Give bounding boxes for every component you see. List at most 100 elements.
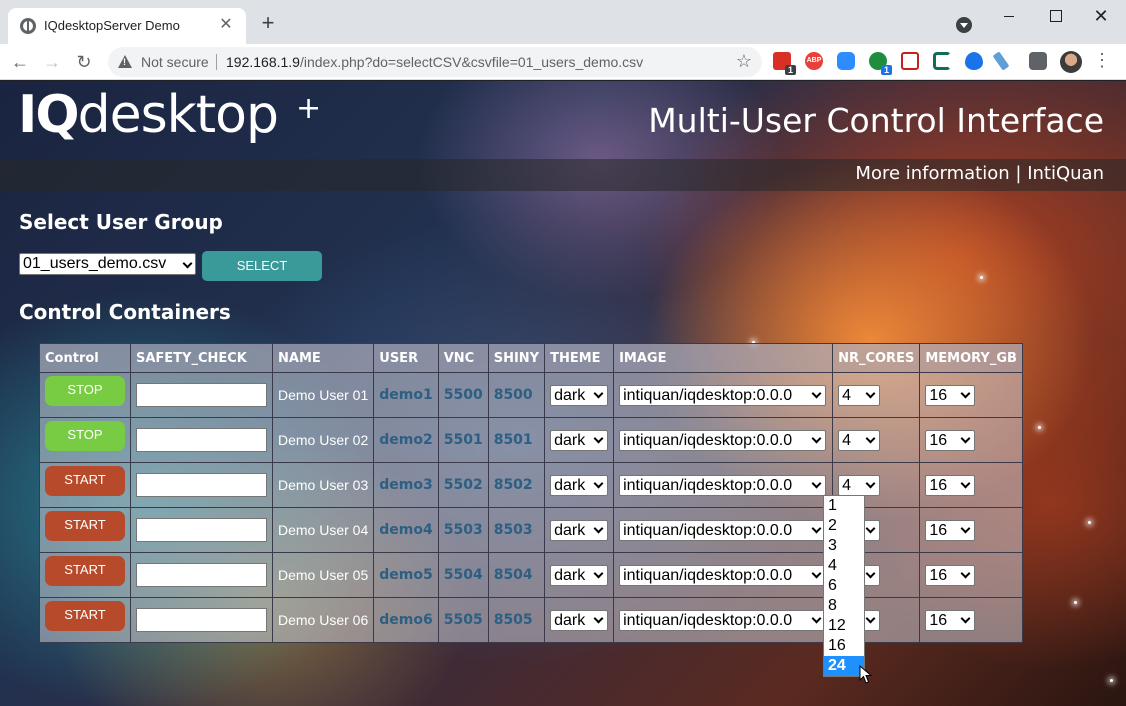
close-tab-icon[interactable]: ✕ [216,15,236,35]
browser-titlebar: IQdesktopServer Demo ✕ + ✕ [0,0,1126,44]
theme-select[interactable]: dark [550,384,609,406]
memory-select[interactable]: 16 [925,564,976,586]
address-bar[interactable]: Not secure 192.168.1.9/index.php?do=sele… [108,47,762,77]
start-button[interactable]: START [45,601,125,631]
memory-select[interactable]: 16 [925,519,976,541]
extension-badge: 1 [880,65,892,75]
pocket-icon[interactable] [901,52,919,70]
dropdown-option[interactable]: 4 [824,556,864,576]
theme-select[interactable]: dark [550,429,609,451]
memory-select[interactable]: 16 [925,474,976,496]
theme-value: dark [554,521,586,539]
dropdown-option[interactable]: 24 [824,656,864,676]
browser-toolbar: ← → ↻ Not secure 192.168.1.9/index.php?d… [0,44,1126,80]
bookmark-star-icon[interactable]: ☆ [736,51,752,72]
start-button[interactable]: START [45,556,125,586]
avatar[interactable] [1060,51,1082,73]
new-tab-icon[interactable]: + [256,12,280,36]
nr-cores-select[interactable]: 4 [838,474,881,496]
dropdown-option[interactable]: 3 [824,536,864,556]
memory-value: 16 [929,611,948,629]
safety-check-input[interactable] [136,608,267,632]
user-name: Demo User 01 [271,372,375,418]
forward-arrow-icon[interactable]: → [40,50,64,74]
control-table: Control SAFETY_CHECK NAME USER VNC SHINY… [39,343,1023,643]
memory-cell: 16 [919,552,1023,598]
logo-iq: IQ [18,85,80,145]
close-window-icon[interactable]: ✕ [1078,0,1124,32]
maximize-icon[interactable] [1032,0,1078,32]
extension-calendar-icon[interactable]: 1 [773,52,796,75]
nr-cores-select[interactable]: 4 [838,384,881,406]
puzzle-extensions-icon[interactable] [1029,52,1047,70]
minimize-icon[interactable] [986,0,1032,32]
chevron-down-icon [593,613,604,623]
link-separator: | [1015,163,1022,184]
stop-button[interactable]: STOP [45,376,125,406]
theme-select[interactable]: dark [550,474,609,496]
vnc-port: 5504 [437,552,489,598]
memory-select[interactable]: 16 [925,609,976,631]
safety-check-input[interactable] [136,518,267,542]
image-select[interactable]: intiquan/iqdesktop:0.0.0 [619,519,827,541]
menu-dots-icon[interactable]: ⋮ [1092,50,1112,71]
memory-cell: 16 [919,597,1023,643]
dropdown-option[interactable]: 6 [824,576,864,596]
memory-select[interactable]: 16 [925,384,976,406]
intiquan-link[interactable]: IntiQuan [1027,163,1104,184]
reload-icon[interactable]: ↻ [72,50,96,74]
theme-select[interactable]: dark [550,564,609,586]
image-select[interactable]: intiquan/iqdesktop:0.0.0 [619,429,827,451]
stop-button[interactable]: STOP [45,421,125,451]
column-header-control: Control [39,343,131,373]
tab-search-icon[interactable] [956,17,972,33]
dropdown-option[interactable]: 1 [824,496,864,516]
theme-value: dark [554,386,586,404]
image-select[interactable]: intiquan/iqdesktop:0.0.0 [619,384,827,406]
theme-select[interactable]: dark [550,609,609,631]
chevron-down-icon [593,568,604,578]
dropdown-option[interactable]: 16 [824,636,864,656]
chevron-down-icon [182,258,193,269]
safety-check-cell [130,417,273,463]
chevron-down-icon [865,388,876,398]
browser-tab[interactable]: IQdesktopServer Demo ✕ [8,8,246,44]
start-button[interactable]: START [45,466,125,496]
dropdown-option[interactable]: 2 [824,516,864,536]
pen-icon[interactable] [992,51,1010,71]
zoom-extension-icon[interactable] [837,52,855,70]
safety-check-cell [130,462,273,508]
select-button[interactable]: SELECT [202,251,322,281]
extension-c-icon[interactable] [933,52,951,70]
theme-cell: dark [544,552,615,598]
back-arrow-icon[interactable]: ← [8,50,32,74]
adblock-icon[interactable]: ABP [805,52,823,70]
safety-check-input[interactable] [136,383,267,407]
safety-check-input[interactable] [136,563,267,587]
vnc-port: 5503 [437,507,489,553]
memory-select[interactable]: 16 [925,429,976,451]
tab-title: IQdesktopServer Demo [44,18,180,33]
dropdown-option[interactable]: 12 [824,616,864,636]
theme-cell: dark [544,507,615,553]
image-select[interactable]: intiquan/iqdesktop:0.0.0 [619,474,827,496]
image-select[interactable]: intiquan/iqdesktop:0.0.0 [619,564,827,586]
dropdown-option[interactable]: 8 [824,596,864,616]
csv-file-select[interactable]: 01_users_demo.csv [19,253,196,275]
image-value: intiquan/iqdesktop:0.0.0 [623,611,793,629]
droplet-icon[interactable] [965,52,983,70]
extension-green-icon[interactable]: 1 [869,52,892,75]
user-name: Demo User 05 [271,552,375,598]
safety-check-input[interactable] [136,473,267,497]
control-cell: START [39,597,131,643]
user-id: demo6 [373,597,439,643]
more-information-link[interactable]: More information [855,163,1009,184]
nr-cores-dropdown-list[interactable]: 1 2 3 4 6 8 12 16 24 [823,495,865,677]
user-name: Demo User 06 [271,597,375,643]
safety-check-input[interactable] [136,428,267,452]
nr-cores-select[interactable]: 4 [838,429,881,451]
start-button[interactable]: START [45,511,125,541]
globe-icon [20,18,36,34]
theme-select[interactable]: dark [550,519,609,541]
image-select[interactable]: intiquan/iqdesktop:0.0.0 [619,609,827,631]
